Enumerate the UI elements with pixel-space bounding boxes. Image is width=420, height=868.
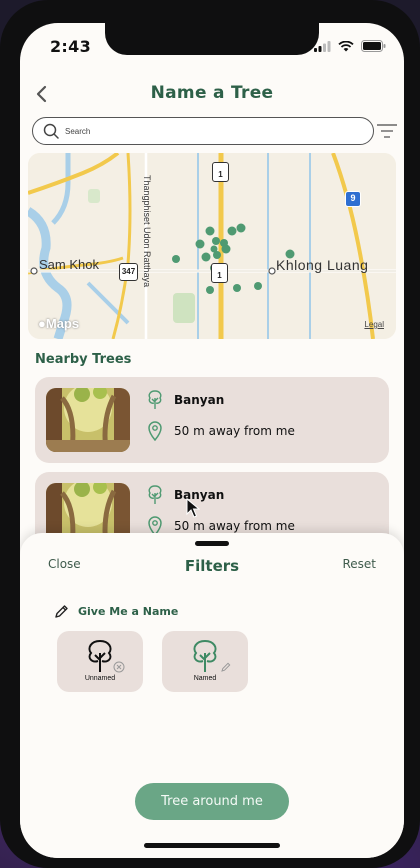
tree-icon: [148, 390, 162, 409]
page-title: Name a Tree: [150, 83, 274, 103]
status-time: 2:43: [50, 37, 91, 56]
chip-label: Unnamed: [84, 675, 116, 682]
status-icons: [314, 40, 386, 52]
mouse-cursor-icon: [186, 498, 200, 518]
phone-frame: 2:43 Name a Tree Search Sam Khok Khlong …: [0, 0, 420, 868]
maps-brand: ●Maps: [38, 316, 79, 331]
tree-card[interactable]: Banyan 50 m away from me: [35, 377, 389, 463]
filter-chip-unnamed[interactable]: Unnamed: [57, 631, 143, 692]
tree-icon: [148, 485, 162, 504]
filter-button[interactable]: [376, 121, 398, 141]
search-icon: [43, 123, 59, 139]
maps-brand-label: Maps: [45, 316, 80, 331]
map-label-sam-khok: Sam Khok: [39, 257, 99, 272]
tree-around-me-button[interactable]: Tree around me: [135, 783, 289, 820]
app-screen: 2:43 Name a Tree Search Sam Khok Khlong …: [20, 23, 404, 858]
search-bar[interactable]: [32, 117, 374, 145]
filter-chip-named[interactable]: Named: [162, 631, 248, 692]
pencil-icon: [221, 662, 231, 672]
nearby-trees-title: Nearby Trees: [35, 352, 132, 367]
route-shield-1-mid: 1: [211, 263, 228, 283]
map-label-road: Thangphiset Udon Ratthaya: [142, 175, 152, 288]
search-input[interactable]: [65, 126, 335, 136]
filter-section-title: Give Me a Name: [78, 605, 179, 618]
tree-distance: 50 m away from me: [174, 519, 295, 533]
route-shield-9: 9: [345, 191, 361, 207]
home-indicator: [144, 843, 280, 848]
battery-icon: [361, 40, 386, 52]
route-shield-1-top: 1: [212, 162, 229, 182]
tree-photo-image: [46, 388, 130, 452]
close-circle-icon: [113, 661, 125, 673]
chip-label: Named: [193, 675, 217, 682]
apple-logo-icon: ●: [38, 316, 46, 331]
tree-icon: [88, 640, 112, 672]
notch: [105, 23, 319, 55]
route-shield-347: 347: [119, 263, 138, 281]
reset-button[interactable]: Reset: [342, 557, 376, 571]
tree-name: Banyan: [174, 393, 225, 407]
map-view[interactable]: Sam Khok Khlong Luang Thangphiset Udon R…: [28, 153, 396, 339]
location-pin-icon: [148, 421, 162, 441]
tree-icon: [193, 640, 217, 672]
filters-sheet: Close Filters Reset Give Me a Name Unnam…: [20, 533, 404, 858]
map-label-khlong-luang: Khlong Luang: [276, 257, 369, 273]
tree-photo: [46, 388, 130, 452]
filter-section-header: Give Me a Name: [54, 604, 178, 619]
tree-distance: 50 m away from me: [174, 424, 295, 438]
sheet-grabber[interactable]: [195, 541, 229, 546]
legal-link[interactable]: Legal: [364, 320, 384, 329]
filter-lines-icon: [377, 124, 397, 138]
pencil-icon: [55, 605, 68, 618]
wifi-icon: [338, 40, 354, 51]
